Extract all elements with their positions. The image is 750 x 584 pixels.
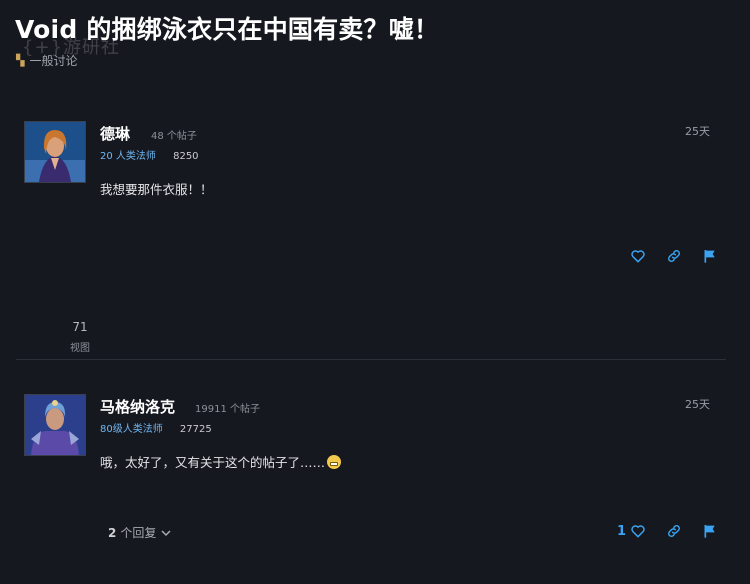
like-button[interactable] xyxy=(630,248,646,264)
link-icon xyxy=(668,250,680,262)
character-class[interactable]: 20 人类法师 xyxy=(100,151,156,162)
username[interactable]: 马格纳洛克 xyxy=(100,396,175,417)
heart-icon xyxy=(631,250,645,263)
replies-label: 个回复 xyxy=(120,526,157,540)
replies-count: 2 xyxy=(108,525,117,540)
views-label: 视图 xyxy=(70,343,90,354)
post-body: 我想要那件衣服！！ xyxy=(100,179,213,198)
character-info: 80级人类法师 27725 xyxy=(100,420,212,435)
post-age[interactable]: 25天 xyxy=(685,123,710,139)
flag-button[interactable] xyxy=(702,248,718,264)
replies-toggle-button[interactable]: 2 个回复 xyxy=(108,524,172,541)
topic-views: 71 视图 xyxy=(68,320,92,354)
heart-icon xyxy=(631,525,645,538)
flag-icon xyxy=(704,525,715,538)
share-link-button[interactable] xyxy=(666,523,682,539)
achievement-points: 8250 xyxy=(173,151,199,162)
post-text: 哦，太好了，又有关于这个的帖子了…… xyxy=(100,455,326,470)
avatar[interactable] xyxy=(24,121,86,183)
flag-icon xyxy=(704,250,715,263)
link-icon xyxy=(668,525,680,537)
post-text: 我想要那件衣服！！ xyxy=(100,182,213,197)
username[interactable]: 德琳 xyxy=(100,123,130,144)
post-count: 48 个帖子 xyxy=(151,131,197,142)
post-actions xyxy=(630,248,718,264)
character-class[interactable]: 80级人类法师 xyxy=(100,424,163,435)
share-link-button[interactable] xyxy=(666,248,682,264)
post-1: 德琳 48 个帖子 20 人类法师 8250 25天 我想要那件衣服！！ xyxy=(24,121,726,291)
character-info: 20 人类法师 8250 xyxy=(100,147,199,162)
category-link[interactable]: ▚ 一般讨论 xyxy=(16,52,77,69)
topic-title: Void 的捆绑泳衣只在中国有卖？嘘！ xyxy=(15,15,440,44)
post-count: 19911 个帖子 xyxy=(195,404,260,415)
avatar[interactable] xyxy=(24,394,86,456)
chevron-down-icon xyxy=(161,529,171,536)
post-age[interactable]: 25天 xyxy=(685,396,710,412)
post-divider xyxy=(16,359,726,360)
like-count: 1 xyxy=(616,523,626,539)
grimace-emoji xyxy=(327,454,342,469)
category-icon: ▚ xyxy=(16,54,25,67)
views-count: 71 xyxy=(72,320,88,334)
post-actions: 1 xyxy=(617,523,718,539)
post-body: 哦，太好了，又有关于这个的帖子了…… xyxy=(100,452,342,471)
like-button[interactable]: 1 xyxy=(617,523,646,539)
flag-button[interactable] xyxy=(702,523,718,539)
category-label: 一般讨论 xyxy=(29,54,78,68)
achievement-points: 27725 xyxy=(179,424,212,435)
